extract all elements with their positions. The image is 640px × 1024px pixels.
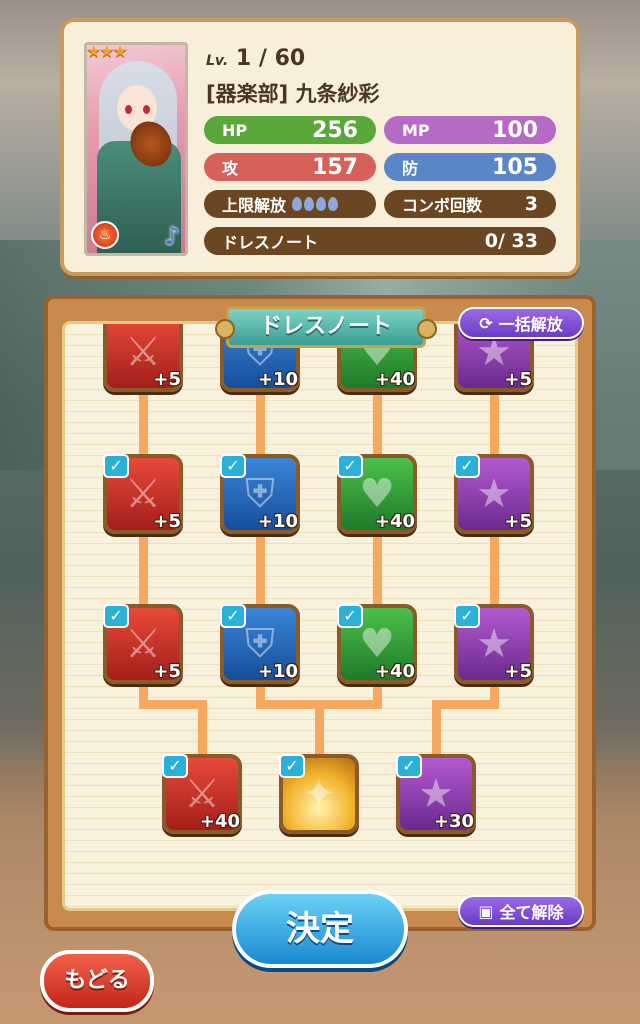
checkmark-icon: ✓ — [279, 754, 305, 778]
connector-line — [432, 700, 499, 709]
bonus-label: +5 — [504, 511, 532, 532]
note-node[interactable]: ⚔ +40 ✓ — [162, 754, 242, 834]
unlock-all-label: 一括解放 — [498, 315, 563, 334]
note-node[interactable]: ★ +5 ✓ — [454, 604, 534, 684]
dress-note-panel: ⚔ +5 ⛨ +10 ♥ +40 ★ +5 ⚔ +5 ✓ ⛨ +10 ✓ ♥ +40 ✓ ★ +5 ✓ ⚔ +5 ✓ ⛨ +10… — [44, 295, 596, 931]
drop-icon — [292, 197, 303, 211]
note-node[interactable]: ✦ ✓ — [279, 754, 359, 834]
unlock-all-button[interactable]: ⟳ 一括解放 — [458, 307, 584, 339]
rarity-stars: ★★★ — [86, 42, 128, 62]
hp-value: 256 — [312, 117, 358, 143]
back-button[interactable]: もどる — [40, 950, 154, 1012]
bonus-label: +5 — [153, 369, 181, 390]
note-node[interactable]: ★ +30 ✓ — [396, 754, 476, 834]
bonus-label: +30 — [433, 811, 474, 832]
limit-break-label: 上限解放 — [222, 196, 287, 215]
level-prefix: Lv. — [206, 53, 229, 69]
defense-value: 105 — [492, 154, 538, 180]
note-node[interactable]: ♥ +40 ✓ — [337, 454, 417, 534]
connector-line — [432, 700, 441, 760]
dress-note-stat: ドレスノート 0/ 33 — [204, 227, 556, 255]
drop-icon — [304, 197, 315, 211]
character-portrait[interactable]: ♨ ♪ — [84, 42, 188, 256]
clear-all-label: 全て解除 — [499, 903, 564, 922]
note-node[interactable]: ⚔ +5 ✓ — [103, 454, 183, 534]
checkmark-icon: ✓ — [396, 754, 422, 778]
clear-all-button[interactable]: ▣ 全て解除 — [458, 895, 584, 927]
checkmark-icon: ✓ — [103, 604, 129, 628]
defense-stat: 防 105 — [384, 153, 556, 181]
dress-note-value: 0/ 33 — [484, 230, 538, 252]
bonus-label: +10 — [257, 369, 298, 390]
connector-line — [198, 700, 207, 760]
mp-value: 100 — [492, 117, 538, 143]
scrollbar-track[interactable] — [577, 412, 578, 902]
refresh-icon: ⟳ — [479, 313, 493, 333]
note-node[interactable]: ⚔ +5 ✓ — [103, 604, 183, 684]
checkmark-icon: ✓ — [103, 454, 129, 478]
bonus-label: +5 — [153, 511, 181, 532]
mp-label: MP — [402, 120, 430, 140]
checkmark-icon: ✓ — [454, 604, 480, 628]
bonus-label: +40 — [374, 369, 415, 390]
level-value: 1 / 60 — [235, 46, 306, 71]
checkmark-icon: ✓ — [337, 454, 363, 478]
checkmark-icon: ✓ — [220, 454, 246, 478]
square-icon: ▣ — [478, 901, 494, 921]
portrait-eye — [143, 105, 150, 114]
portrait-eye — [125, 105, 132, 114]
connector-line — [315, 700, 324, 760]
attack-value: 157 — [312, 154, 358, 180]
music-note-icon: ♪ — [164, 222, 180, 250]
scrollbar-thumb[interactable] — [576, 700, 578, 900]
defense-label: 防 — [402, 159, 419, 178]
attack-stat: 攻 157 — [204, 153, 376, 181]
dress-note-board[interactable]: ⚔ +5 ⛨ +10 ♥ +40 ★ +5 ⚔ +5 ✓ ⛨ +10 ✓ ♥ +40 ✓ ★ +5 ✓ ⚔ +5 ✓ ⛨ +10… — [62, 321, 578, 911]
bonus-label: +5 — [504, 661, 532, 682]
note-node[interactable]: ⛨ +10 ✓ — [220, 604, 300, 684]
dress-note-label: ドレスノート — [222, 233, 319, 252]
bonus-label: +40 — [199, 811, 240, 832]
bonus-label: +5 — [153, 661, 181, 682]
dress-note-title: ドレスノート — [215, 306, 437, 348]
bonus-label: +10 — [257, 511, 298, 532]
fire-icon: ♨ — [91, 221, 119, 249]
note-node[interactable]: ♥ +40 ✓ — [337, 604, 417, 684]
bonus-label: +5 — [504, 369, 532, 390]
checkmark-icon: ✓ — [337, 604, 363, 628]
decide-button[interactable]: 決定 — [232, 890, 408, 968]
note-node[interactable]: ⚔ +5 — [103, 324, 183, 392]
attack-label: 攻 — [222, 159, 239, 178]
checkmark-icon: ✓ — [454, 454, 480, 478]
note-node[interactable]: ⛨ +10 ✓ — [220, 454, 300, 534]
combo-label: コンボ回数 — [402, 196, 483, 215]
combo-stat: コンボ回数 3 — [384, 190, 556, 218]
level-display: Lv. 1 / 60 — [206, 46, 305, 71]
note-node[interactable]: ★ +5 ✓ — [454, 454, 534, 534]
bonus-label: +40 — [374, 661, 415, 682]
drop-icon — [316, 197, 327, 211]
limit-break-stat: 上限解放 — [204, 190, 376, 218]
checkmark-icon: ✓ — [162, 754, 188, 778]
connector-line — [139, 700, 207, 709]
hp-label: HP — [222, 120, 248, 140]
checkmark-icon: ✓ — [220, 604, 246, 628]
character-card: ♨ ♪ ★★★ Lv. 1 / 60 [器楽部] 九条紗彩 HP 256 MP 10… — [60, 18, 580, 276]
bonus-label: +40 — [374, 511, 415, 532]
hp-stat: HP 256 — [204, 116, 376, 144]
limit-break-drops — [292, 197, 339, 211]
mp-stat: MP 100 — [384, 116, 556, 144]
drop-icon — [328, 197, 339, 211]
character-name: [器楽部] 九条紗彩 — [206, 82, 380, 106]
combo-value: 3 — [524, 193, 538, 215]
bonus-label: +10 — [257, 661, 298, 682]
